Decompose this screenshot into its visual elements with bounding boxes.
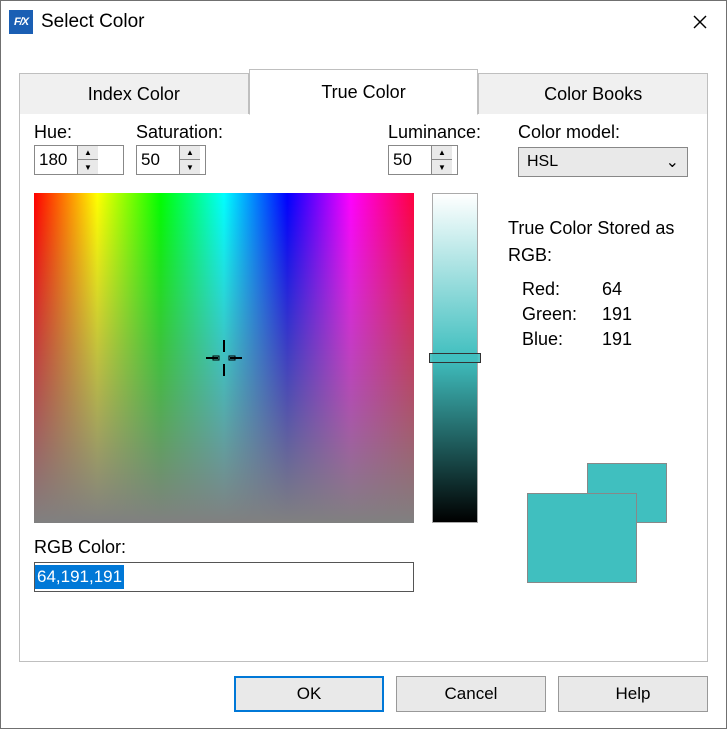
blue-value: 191: [602, 329, 632, 350]
blue-label: Blue:: [522, 329, 602, 350]
saturation-block: Saturation: ▲ ▼: [136, 122, 256, 177]
close-button[interactable]: [678, 7, 722, 37]
color-swatch: [527, 463, 667, 583]
saturation-spin-down[interactable]: ▼: [180, 160, 200, 174]
tab-color-books[interactable]: Color Books: [478, 73, 708, 115]
luminance-label: Luminance:: [388, 122, 498, 143]
saturation-spinner[interactable]: ▲ ▼: [136, 145, 206, 175]
saturation-input[interactable]: [137, 146, 179, 174]
tab-true-color[interactable]: True Color: [249, 69, 479, 115]
color-model-block: Color model: HSL ⌄: [518, 122, 693, 177]
rgb-values: Red:64 Green:191 Blue:191: [522, 279, 693, 350]
hue-spinner[interactable]: ▲ ▼: [34, 145, 124, 175]
rgb-color-value: 64,191,191: [35, 565, 124, 589]
hue-label: Hue:: [34, 122, 124, 143]
luminance-strip[interactable]: [432, 193, 478, 523]
color-model-combo[interactable]: HSL ⌄: [518, 147, 688, 177]
color-model-label: Color model:: [518, 122, 693, 143]
color-model-value: HSL: [527, 153, 558, 171]
luminance-spin-down[interactable]: ▼: [432, 160, 452, 174]
luminance-input[interactable]: [389, 146, 431, 174]
ok-button[interactable]: OK: [234, 676, 384, 712]
hue-spin-up[interactable]: ▲: [78, 146, 98, 160]
saturation-spin-up[interactable]: ▲: [180, 146, 200, 160]
saturation-label: Saturation:: [136, 122, 256, 143]
help-button[interactable]: Help: [558, 676, 708, 712]
window-title: Select Color: [41, 11, 678, 33]
select-color-dialog: F/X Select Color Index Color True Color …: [0, 0, 727, 729]
tab-strip: Index Color True Color Color Books: [19, 73, 708, 115]
hsl-row: Hue: ▲ ▼ Saturation: ▲: [34, 122, 693, 177]
luminance-marker[interactable]: [429, 353, 481, 363]
close-icon: [693, 15, 707, 29]
hue-saturation-field[interactable]: [34, 193, 414, 523]
hue-spin-buttons: ▲ ▼: [77, 146, 98, 174]
swatch-new: [527, 493, 637, 583]
stored-as-rgb-label: True Color Stored as RGB:: [508, 215, 693, 269]
luminance-spin-buttons: ▲ ▼: [431, 146, 452, 174]
hue-block: Hue: ▲ ▼: [34, 122, 124, 177]
red-label: Red:: [522, 279, 602, 300]
cancel-button[interactable]: Cancel: [396, 676, 546, 712]
red-value: 64: [602, 279, 622, 300]
hue-spin-down[interactable]: ▼: [78, 160, 98, 174]
rgb-color-input[interactable]: 64,191,191: [34, 562, 414, 592]
dialog-content: Index Color True Color Color Books Hue: …: [1, 43, 726, 676]
app-icon: F/X: [9, 10, 33, 34]
luminance-block: Luminance: ▲ ▼: [388, 122, 498, 177]
dialog-buttons: OK Cancel Help: [1, 676, 726, 728]
luminance-spin-up[interactable]: ▲: [432, 146, 452, 160]
hue-input[interactable]: [35, 146, 77, 174]
titlebar: F/X Select Color: [1, 1, 726, 43]
hue-sat-gradient: [34, 193, 414, 523]
tab-panel-true-color: Hue: ▲ ▼ Saturation: ▲: [19, 114, 708, 662]
luminance-spinner[interactable]: ▲ ▼: [388, 145, 458, 175]
saturation-spin-buttons: ▲ ▼: [179, 146, 200, 174]
tab-index-color[interactable]: Index Color: [19, 73, 249, 115]
green-value: 191: [602, 304, 632, 325]
green-label: Green:: [522, 304, 602, 325]
chevron-down-icon: ⌄: [666, 152, 679, 172]
